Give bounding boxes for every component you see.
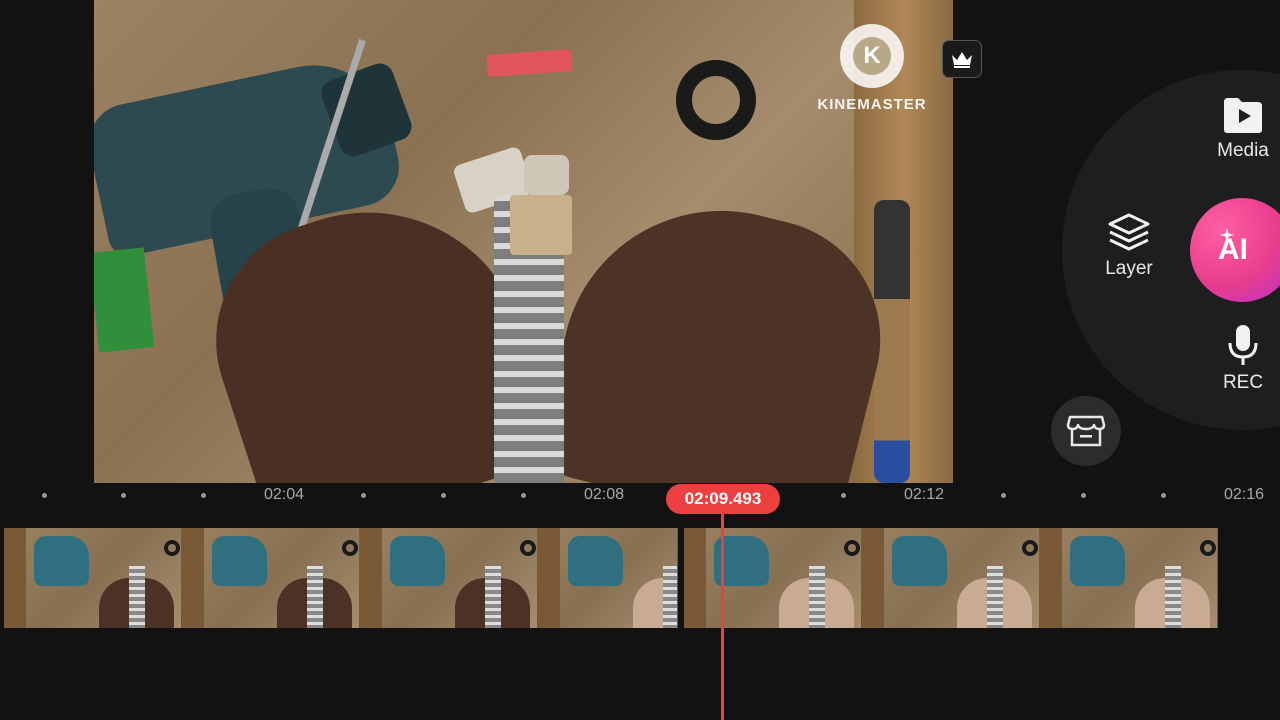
ruler-tick (361, 493, 366, 498)
crown-icon (952, 52, 972, 68)
clip-thumbnail (182, 528, 360, 628)
ruler-tick (841, 493, 846, 498)
playhead-line[interactable] (721, 512, 724, 720)
kinemaster-logo-icon: K (840, 24, 904, 88)
playhead-time[interactable]: 02:09.493 (666, 484, 780, 514)
kinemaster-editor: K KINEMASTER Media Layer AI REC 02:04 02… (0, 0, 1280, 720)
ruler-tick (1001, 493, 1006, 498)
ruler-tick (201, 493, 206, 498)
clip-thumbnail (4, 528, 182, 628)
clip-thumbnail (538, 528, 678, 628)
media-folder-icon (1224, 98, 1262, 133)
watermark-letter: K (853, 37, 891, 75)
preview-scene-red-part (486, 49, 573, 77)
ruler-time-label: 02:12 (903, 486, 945, 503)
clip-thumbnail (1040, 528, 1218, 628)
preview-scene-circuit-board (94, 247, 155, 353)
ruler-tick (1081, 493, 1086, 498)
layer-stack-icon (1108, 213, 1150, 251)
clip-thumbnail (360, 528, 538, 628)
premium-button[interactable] (942, 40, 982, 78)
video-clip[interactable] (684, 528, 1218, 628)
ruler-tick (521, 493, 526, 498)
clip-thumbnail (862, 528, 1040, 628)
record-button[interactable]: REC (1206, 324, 1280, 394)
ai-sparkle-icon (1220, 228, 1234, 242)
video-clip-track[interactable] (4, 528, 1280, 628)
ruler-time-label: 02:04 (263, 486, 305, 503)
microphone-icon (1228, 325, 1258, 365)
preview-scene-right-hand (532, 176, 906, 483)
ruler-tick (42, 493, 47, 498)
preview-scene-tube (524, 155, 569, 195)
rec-label: REC (1222, 372, 1264, 393)
media-button[interactable]: Media (1206, 96, 1280, 162)
ruler-tick (121, 493, 126, 498)
ruler-time-label: 02:16 (1223, 486, 1265, 503)
layer-label: Layer (1105, 258, 1153, 279)
layer-button[interactable]: Layer (1094, 212, 1164, 280)
ruler-tick (441, 493, 446, 498)
ruler-tick (1161, 493, 1166, 498)
kinemaster-watermark: K KINEMASTER (812, 24, 932, 113)
preview-scene-ring (676, 60, 756, 140)
ruler-time-label: 02:08 (583, 486, 625, 503)
video-clip[interactable] (4, 528, 678, 628)
asset-store-button[interactable] (1051, 396, 1121, 466)
preview-scene-element-top (510, 195, 572, 255)
asset-store-icon (1066, 415, 1106, 447)
timeline-ruler[interactable]: 02:04 02:08 02:12 02:16 (0, 483, 1280, 513)
media-label: Media (1217, 140, 1269, 161)
clip-thumbnail (684, 528, 862, 628)
watermark-text: KINEMASTER (817, 96, 927, 113)
